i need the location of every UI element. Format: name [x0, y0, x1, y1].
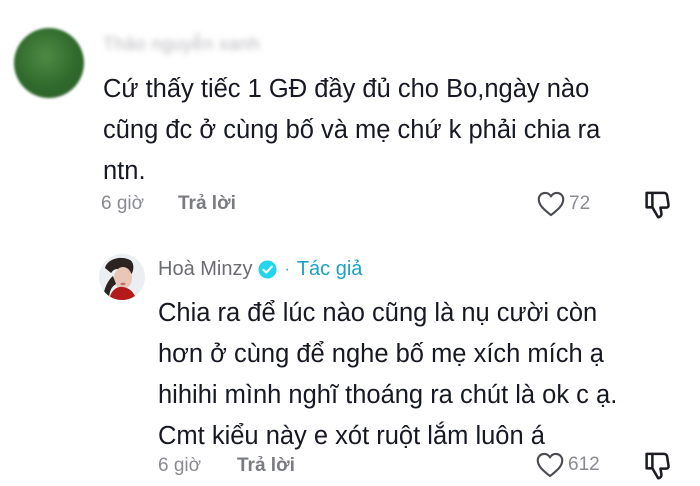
- author-name[interactable]: Hoà Minzy: [158, 258, 252, 281]
- reply-line: hơn ở cùng để nghe bố mẹ xích mích ạ: [158, 340, 604, 368]
- heart-outline-icon: [536, 452, 564, 478]
- thumbs-down-icon: [645, 191, 670, 219]
- author-badge: Tác giả: [296, 258, 363, 280]
- author-avatar[interactable]: [99, 254, 145, 300]
- reply-like-count: 612: [568, 454, 600, 475]
- reply-timestamp: 6 giờ: [158, 455, 202, 476]
- comment-reply-button[interactable]: Trả lời: [178, 193, 236, 215]
- reply-line: hihihi mình nghĩ thoáng ra chút là ok c …: [158, 381, 618, 409]
- comment-text: Cứ thấy tiếc 1 GĐ đầy đủ cho Bo,ngày nào…: [103, 69, 600, 192]
- comment-line: cũng đc ở cùng bố và mẹ chứ k phải chia …: [103, 116, 601, 144]
- reply-reply-button[interactable]: Trả lời: [237, 455, 295, 477]
- comment-like-button[interactable]: 72: [537, 191, 590, 217]
- reply-text: Chia ra để lúc nào cũng là nụ cười còn h…: [158, 293, 617, 457]
- reply-line: Chia ra để lúc nào cũng là nụ cười còn: [158, 299, 598, 327]
- commenter-avatar[interactable]: [14, 28, 84, 98]
- reply-line: Cmt kiểu này e xót ruột lắm luôn á: [158, 422, 545, 450]
- comment-dislike-button[interactable]: [643, 190, 671, 225]
- reply-dislike-button[interactable]: [643, 451, 671, 486]
- author-avatar-image: [99, 254, 145, 300]
- separator-dot: ·: [284, 260, 290, 278]
- comment-timestamp: 6 giờ: [101, 193, 145, 214]
- commenter-username[interactable]: Thảo nguyễn xanh: [103, 34, 260, 55]
- heart-outline-icon: [537, 191, 565, 217]
- reply-like-button[interactable]: 612: [536, 452, 600, 478]
- verified-check-icon: [258, 260, 278, 279]
- comment-line: Cứ thấy tiếc 1 GĐ đầy đủ cho Bo,ngày nào: [103, 75, 590, 103]
- comment-line: ntn.: [103, 157, 146, 185]
- thumbs-down-icon: [645, 452, 670, 480]
- author-header: Hoà Minzy · Tác giả: [158, 258, 362, 281]
- comment-like-count: 72: [569, 193, 591, 214]
